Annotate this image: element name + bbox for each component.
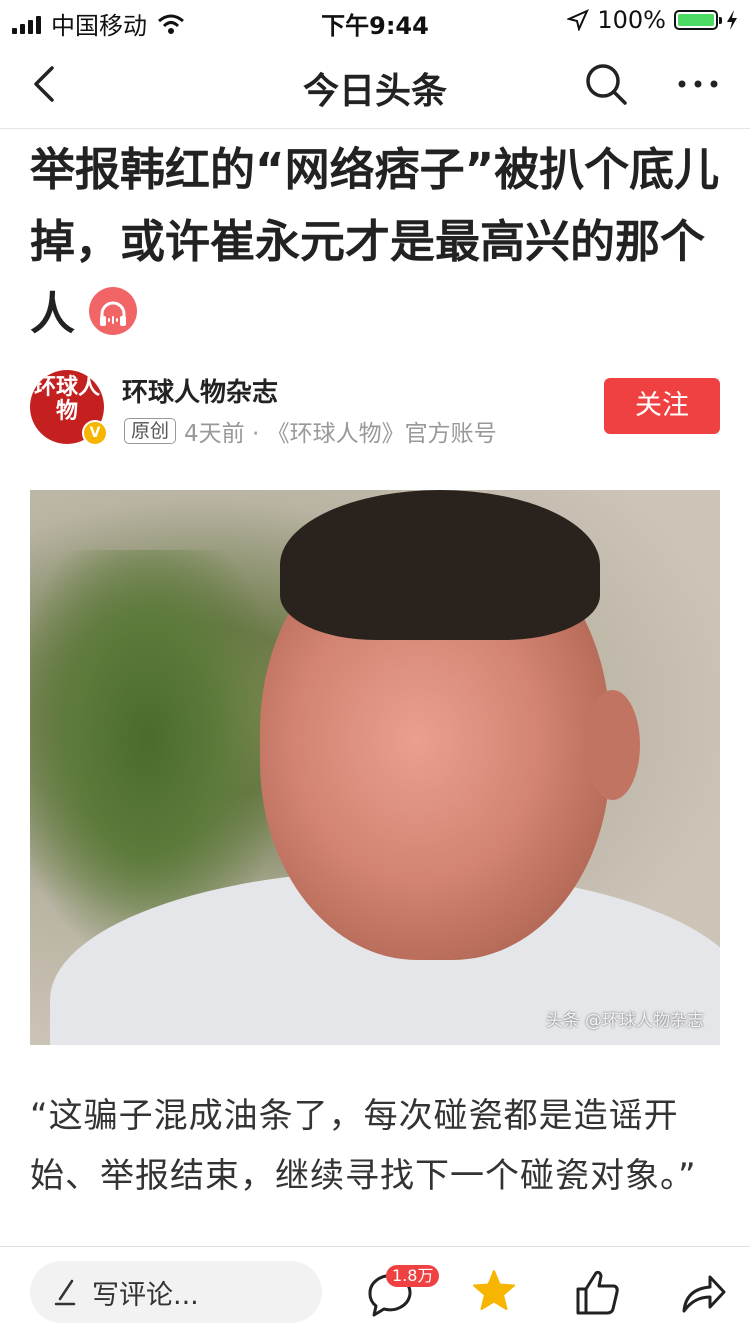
charging-icon <box>727 10 737 30</box>
bottom-bar: 写评论... 1.8万 <box>0 1246 750 1335</box>
original-badge: 原创 <box>124 418 177 444</box>
battery-percent: 100% <box>597 6 666 34</box>
audio-play-icon[interactable] <box>89 287 138 335</box>
article-image[interactable]: 头条 @环球人物杂志 <box>30 490 720 1045</box>
battery-icon <box>674 10 722 30</box>
thumbs-up-icon[interactable] <box>570 1265 626 1319</box>
article-body-text: “这骗子混成油条了，每次碰瓷都是造谣开始、举报结束，继续寻找下一个碰瓷对象。” <box>30 1096 697 1196</box>
star-icon[interactable] <box>466 1265 522 1319</box>
comment-count-badge: 1.8万 <box>386 1265 440 1287</box>
comment-placeholder: 写评论... <box>92 1280 199 1311</box>
search-icon[interactable] <box>582 60 630 108</box>
comment-input[interactable]: 写评论... <box>30 1261 322 1323</box>
location-icon <box>567 9 590 31</box>
author-row: 环球人物 V 环球人物杂志 原创 4天前 · 《环球人物》官方账号 关注 <box>30 370 720 450</box>
nav-bar: 今日头条 <box>0 40 750 129</box>
pen-icon <box>54 1279 76 1306</box>
follow-button[interactable]: 关注 <box>604 378 720 434</box>
image-watermark: 头条 @环球人物杂志 <box>545 1011 704 1031</box>
page-title: 今日头条 <box>302 71 447 112</box>
meta-text: 4天前 · 《环球人物》官方账号 <box>184 421 497 447</box>
verified-icon: V <box>82 420 108 446</box>
article-headline: 举报韩红的“网络痞子”被扒个底儿掉，或许崔永元才是最高兴的那个人 <box>30 134 720 350</box>
author-name[interactable]: 环球人物杂志 <box>122 372 278 409</box>
share-icon[interactable] <box>674 1265 730 1319</box>
status-bar: 中国移动 下午9:44 100% <box>0 0 750 40</box>
avatar-logo-text: 环球人物 <box>34 375 101 424</box>
more-icon[interactable] <box>674 60 722 108</box>
author-meta: 原创 4天前 · 《环球人物》官方账号 <box>124 414 497 448</box>
